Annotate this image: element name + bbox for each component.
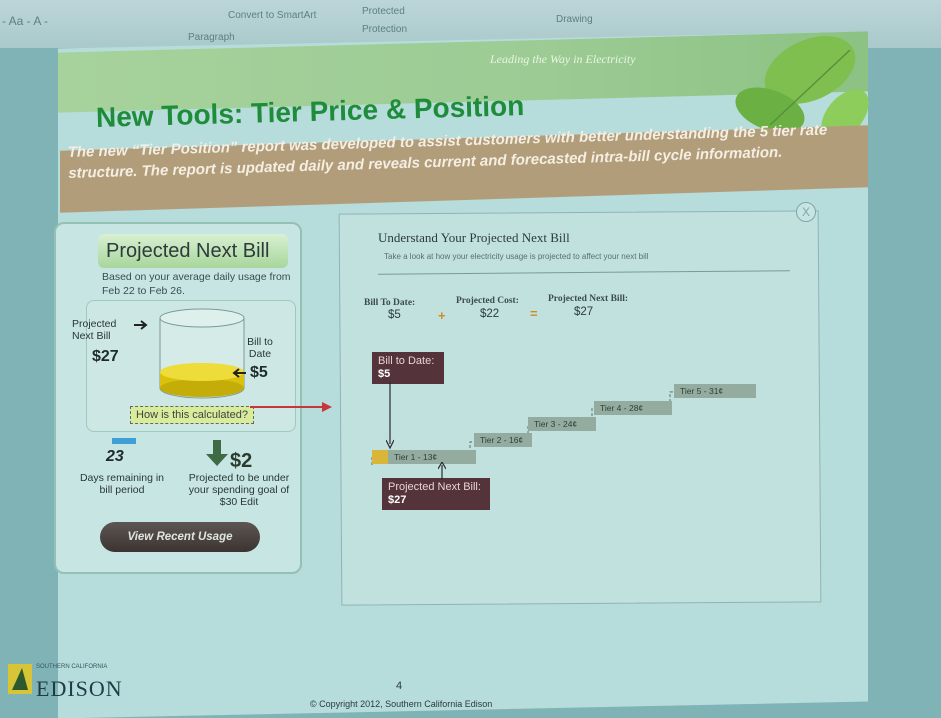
projected-next-bill-callout-label: Projected Next Bill: <box>388 481 481 493</box>
close-icon[interactable]: X <box>796 202 816 222</box>
edison-brand: EDISON <box>36 676 123 701</box>
bill-to-date-callout-label: Bill to Date: <box>378 355 435 367</box>
down-pointer-line <box>386 382 394 450</box>
drawing-group-label: Drawing <box>556 14 593 25</box>
protected-label: Protected <box>362 6 405 17</box>
edison-logo-icon <box>8 664 32 694</box>
days-indicator <box>112 438 136 444</box>
projected-next-bill-value: $27 <box>92 348 119 365</box>
equals-sign: = <box>530 306 538 321</box>
bill-to-date-amount: $5 <box>388 309 401 321</box>
panel-title: Understand Your Projected Next Bill <box>378 230 570 245</box>
tier-2-bar: Tier 2 - 16¢ <box>474 433 532 447</box>
bill-cylinder-icon <box>159 308 245 399</box>
bill-to-date-callout-value: $5 <box>378 368 391 380</box>
based-on-text: Based on your average daily usage from F… <box>102 271 291 297</box>
under-goal-value: $2 <box>230 450 253 472</box>
under-goal-label: Projected to be under your spending goal… <box>188 472 290 508</box>
copyright-text: © Copyright 2012, Southern California Ed… <box>310 699 493 709</box>
bill-to-date-heading: Bill To Date: <box>364 298 416 308</box>
plus-sign: + <box>438 308 446 323</box>
convert-smartart-button[interactable]: Convert to SmartArt <box>228 10 316 21</box>
arrow-right-icon <box>134 320 148 330</box>
card-title-bar: Projected Next Bill <box>98 234 288 268</box>
days-remaining-value: 23 <box>106 448 124 465</box>
projected-next-bill-heading: Projected Next Bill: <box>548 294 629 304</box>
view-recent-usage-button[interactable]: View Recent Usage <box>100 522 260 552</box>
projected-next-bill-label: Projected Next Bill <box>72 318 117 342</box>
projected-cost-amount: $22 <box>480 308 500 320</box>
panel-subtitle: Take a look at how your electricity usag… <box>384 252 649 261</box>
page-number: 4 <box>396 680 403 692</box>
tier-1-bar: Tier 1 - 13¢ <box>388 450 476 464</box>
tier-4-bar: Tier 4 - 28¢ <box>594 401 672 415</box>
paragraph-group-label: Paragraph <box>188 32 235 43</box>
arrow-left-icon <box>232 368 246 378</box>
slide-tagline: Leading the Way in Electricity <box>490 52 636 66</box>
projected-next-bill-callout-value: $27 <box>388 494 407 506</box>
bill-to-date-label: Bill to Date <box>247 336 273 360</box>
down-arrow-icon <box>206 440 228 466</box>
card-title: Projected Next Bill <box>106 240 270 262</box>
projected-next-bill-amount: $27 <box>574 306 594 318</box>
tier-5-bar: Tier 5 - 31¢ <box>674 384 756 398</box>
current-position-marker <box>372 450 388 464</box>
protection-group-label: Protection <box>362 24 408 35</box>
up-pointer-line <box>438 462 446 480</box>
pointer-arrow <box>250 402 332 412</box>
tier-3-bar: Tier 3 - 24¢ <box>528 417 596 431</box>
font-controls[interactable]: - Aa - A - <box>2 14 48 28</box>
days-remaining-label: Days remaining in bill period <box>79 472 165 496</box>
how-calculated-link[interactable]: How is this calculated? <box>130 406 254 424</box>
brand-small-text: SOUTHERN CALIFORNIA <box>36 664 108 670</box>
bill-to-date-value: $5 <box>250 364 268 381</box>
projected-cost-heading: Projected Cost: <box>456 296 519 306</box>
projected-bill-card: Projected Next Bill Based on your averag… <box>54 222 302 574</box>
projected-next-bill-callout: Projected Next Bill: $27 <box>382 478 490 510</box>
bill-to-date-callout: Bill to Date: $5 <box>372 352 444 384</box>
